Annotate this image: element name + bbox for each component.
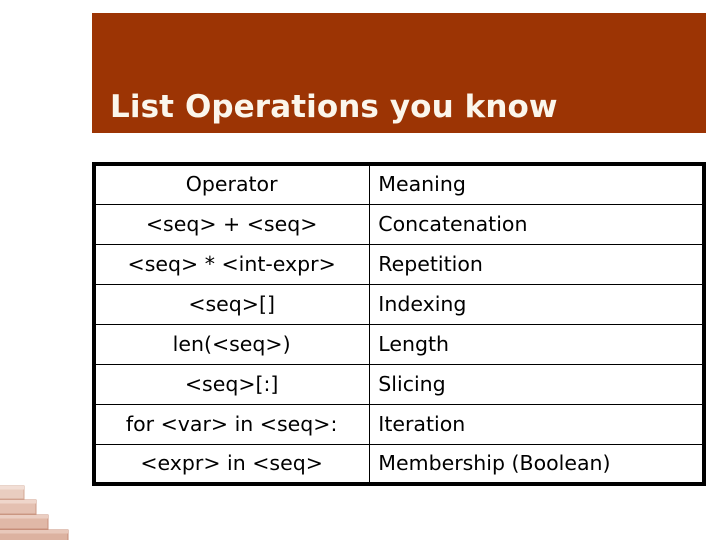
cell-operator: <seq>[] xyxy=(93,283,371,325)
table-row: <seq> * <int-expr> Repetition xyxy=(93,243,705,285)
cell-operator: <seq> * <int-expr> xyxy=(93,243,371,285)
slide-canvas: List Operations you know Operator Meanin… xyxy=(0,0,720,540)
cell-meaning: Slicing xyxy=(369,363,705,405)
column-header-meaning: Meaning xyxy=(369,163,705,205)
title-banner: List Operations you know xyxy=(92,13,706,133)
stacked-books-icon xyxy=(0,484,78,540)
table-body: Operator Meaning <seq> + <seq> Concatena… xyxy=(93,163,705,485)
cell-meaning: Indexing xyxy=(369,283,705,325)
table-row: <seq>[:] Slicing xyxy=(93,363,705,405)
cell-meaning: Repetition xyxy=(369,243,705,285)
table-row: <seq>[] Indexing xyxy=(93,283,705,325)
cell-operator: for <var> in <seq>: xyxy=(93,403,371,445)
cell-operator: <expr> in <seq> xyxy=(93,443,371,485)
column-header-operator: Operator xyxy=(93,163,371,205)
cell-meaning: Length xyxy=(369,323,705,365)
page-title: List Operations you know xyxy=(110,89,558,125)
cell-operator: <seq> + <seq> xyxy=(93,203,371,245)
cell-operator: len(<seq>) xyxy=(93,323,371,365)
table-row: for <var> in <seq>: Iteration xyxy=(93,403,705,445)
table-row: <expr> in <seq> Membership (Boolean) xyxy=(93,443,705,485)
table-row: <seq> + <seq> Concatenation xyxy=(93,203,705,245)
list-operations-table: Operator Meaning <seq> + <seq> Concatena… xyxy=(92,162,706,486)
cell-meaning: Iteration xyxy=(369,403,705,445)
table-header-row: Operator Meaning xyxy=(93,163,705,205)
cell-meaning: Membership (Boolean) xyxy=(369,443,705,485)
cell-meaning: Concatenation xyxy=(369,203,705,245)
cell-operator: <seq>[:] xyxy=(93,363,371,405)
table-row: len(<seq>) Length xyxy=(93,323,705,365)
